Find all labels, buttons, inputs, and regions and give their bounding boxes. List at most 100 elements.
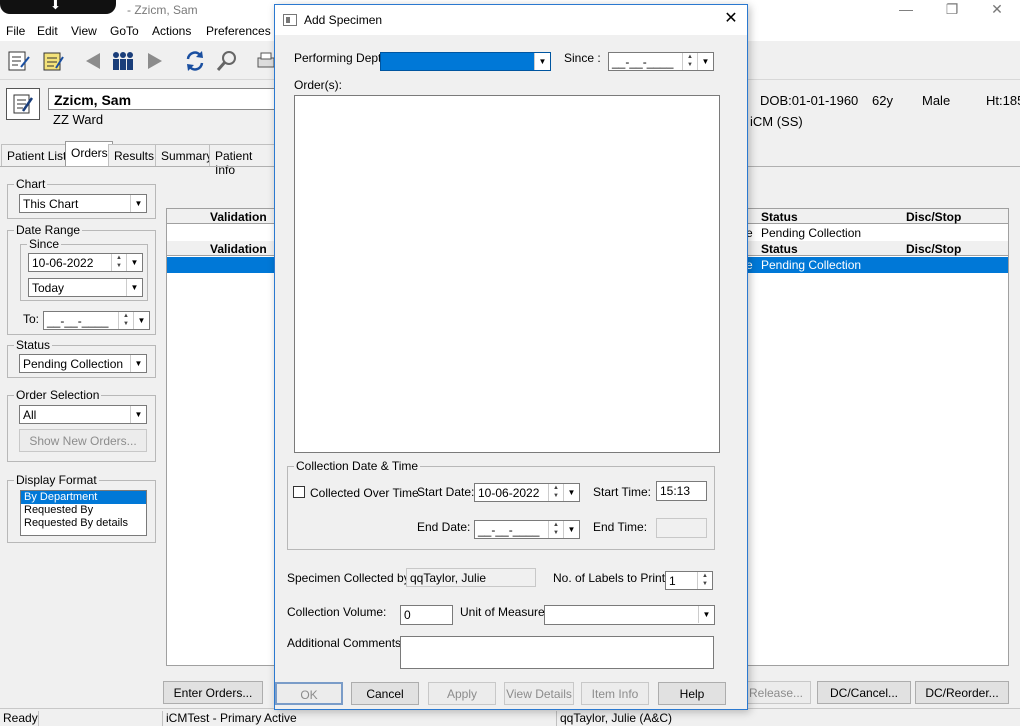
notepad-icon[interactable]: [6, 88, 40, 120]
orders-label: Order(s):: [294, 78, 342, 92]
chevron-down-icon[interactable]: ▼: [126, 279, 142, 296]
header-status[interactable]: Status: [761, 210, 798, 224]
download-icon: ⬇: [50, 0, 61, 12]
apply-button[interactable]: Apply: [428, 682, 496, 705]
dc-reorder-button[interactable]: DC/Reorder...: [915, 681, 1009, 704]
list-item[interactable]: Requested By details: [21, 517, 146, 530]
refresh-icon[interactable]: [180, 46, 210, 76]
chevron-down-icon[interactable]: ▼: [698, 606, 714, 623]
chevron-down-icon[interactable]: ▼: [130, 195, 146, 212]
tab-summary[interactable]: Summary: [155, 144, 218, 166]
unit-of-measure-select[interactable]: ▼: [544, 605, 715, 625]
collection-volume-field[interactable]: 0: [400, 605, 453, 625]
collected-over-time-label: Collected Over Time: [310, 486, 419, 500]
menu-view[interactable]: View: [71, 24, 97, 38]
end-time-label: End Time:: [593, 520, 648, 534]
spin-icon[interactable]: ▲ ▼: [548, 521, 563, 538]
since-date-field[interactable]: __-__-____ ▲ ▼ ▼: [608, 52, 714, 71]
menu-goto[interactable]: GoTo: [110, 24, 139, 38]
status-environment: iCMTest - Primary Active: [162, 711, 297, 726]
spin-icon[interactable]: ▲ ▼: [697, 572, 712, 589]
chevron-down-icon[interactable]: ▼: [697, 53, 713, 70]
menu-file[interactable]: File: [6, 24, 25, 38]
patient-ward: ZZ Ward: [53, 112, 104, 127]
spin-icon[interactable]: ▲ ▼: [682, 53, 697, 70]
order-selection-label: Order Selection: [16, 388, 100, 402]
list-item[interactable]: By Department: [21, 491, 146, 504]
spin-icon[interactable]: ▲ ▼: [111, 254, 126, 271]
performing-dept-select[interactable]: ▼: [380, 52, 551, 71]
to-date-field[interactable]: __-__-____ ▲ ▼ ▼: [43, 311, 150, 330]
list-item[interactable]: Requested By: [21, 504, 146, 517]
ok-button[interactable]: OK: [275, 682, 343, 705]
chevron-down-icon[interactable]: ▼: [534, 53, 550, 70]
chevron-down-icon[interactable]: ▼: [133, 312, 149, 329]
end-time-field[interactable]: [656, 518, 707, 538]
tab-patient-info[interactable]: Patient Info: [209, 144, 275, 177]
since-date-value: 10-06-2022: [32, 256, 94, 270]
status-bar: Ready iCMTest - Primary Active qqTaylor,…: [0, 708, 1020, 726]
menu-actions[interactable]: Actions: [152, 24, 191, 38]
order-selection-select[interactable]: All ▼: [19, 405, 147, 424]
end-date-field[interactable]: __-__-____ ▲ ▼ ▼: [474, 520, 580, 539]
release-button[interactable]: Release...: [741, 681, 811, 704]
orders-list[interactable]: [294, 95, 720, 453]
since-period-select[interactable]: Today ▼: [28, 278, 143, 297]
search-icon[interactable]: [212, 46, 242, 76]
help-button[interactable]: Help: [658, 682, 726, 705]
patient-list-icon[interactable]: [4, 46, 34, 76]
start-time-label: Start Time:: [593, 485, 652, 499]
start-date-field[interactable]: 10-06-2022 ▲ ▼ ▼: [474, 483, 580, 502]
chevron-down-icon[interactable]: ▼: [130, 406, 146, 423]
cancel-button[interactable]: Cancel: [351, 682, 419, 705]
tab-orders[interactable]: Orders: [65, 141, 113, 166]
dc-cancel-button[interactable]: DC/Cancel...: [817, 681, 911, 704]
window-icon: [283, 14, 297, 26]
start-time-field[interactable]: 15:13: [656, 481, 707, 501]
status-select[interactable]: Pending Collection ▼: [19, 354, 147, 373]
chevron-down-icon[interactable]: ▼: [563, 484, 579, 501]
chart-label: Chart: [16, 177, 46, 191]
patient-age: 62y: [872, 93, 893, 108]
maximize-button[interactable]: ❐: [929, 0, 975, 22]
item-info-button[interactable]: Item Info: [581, 682, 649, 705]
start-date-value: 10-06-2022: [478, 486, 540, 500]
show-new-orders-button[interactable]: Show New Orders...: [19, 429, 147, 452]
collected-over-time-checkbox[interactable]: [293, 486, 305, 498]
orders-icon[interactable]: [38, 46, 68, 76]
end-date-label: End Date:: [417, 520, 471, 534]
header-disc-stop[interactable]: Disc/Stop: [906, 242, 961, 256]
close-window-button[interactable]: ✕: [974, 0, 1020, 22]
header-status[interactable]: Status: [761, 242, 798, 256]
header-validation[interactable]: Validation: [210, 210, 267, 224]
display-format-list[interactable]: By Department Requested By Requested By …: [20, 490, 147, 536]
minimize-button[interactable]: —: [883, 0, 929, 22]
patient-name: Zzicm, Sam: [54, 92, 132, 108]
chevron-down-icon[interactable]: ▼: [130, 355, 146, 372]
close-icon[interactable]: ✕: [719, 9, 743, 31]
menu-preferences[interactable]: Preferences: [206, 24, 271, 38]
header-validation[interactable]: Validation: [210, 242, 267, 256]
view-details-button[interactable]: View Details: [504, 682, 574, 705]
patients-icon[interactable]: [108, 46, 138, 76]
spin-icon[interactable]: ▲ ▼: [548, 484, 563, 501]
status-user: qqTaylor, Julie (A&C): [556, 711, 672, 726]
chart-select[interactable]: This Chart ▼: [19, 194, 147, 213]
menu-edit[interactable]: Edit: [37, 24, 58, 38]
enter-orders-button[interactable]: Enter Orders...: [163, 681, 263, 704]
back-arrow-icon[interactable]: [78, 46, 108, 76]
labels-to-print-value: 1: [669, 574, 676, 588]
forward-arrow-icon[interactable]: [140, 46, 170, 76]
window-title: - Zzicm, Sam: [127, 3, 198, 17]
unit-of-measure-label: Unit of Measure:: [460, 605, 549, 619]
dialog-title-bar: Add Specimen ✕: [275, 5, 747, 35]
header-disc-stop[interactable]: Disc/Stop: [906, 210, 961, 224]
since-date-field[interactable]: 10-06-2022 ▲ ▼ ▼: [28, 253, 143, 272]
chevron-down-icon[interactable]: ▼: [126, 254, 142, 271]
tab-results[interactable]: Results: [108, 144, 160, 166]
chevron-down-icon[interactable]: ▼: [563, 521, 579, 538]
additional-comments-field[interactable]: [400, 636, 714, 669]
labels-to-print-stepper[interactable]: 1 ▲ ▼: [665, 571, 713, 590]
tab-patient-list[interactable]: Patient List: [1, 144, 72, 166]
spin-icon[interactable]: ▲ ▼: [118, 312, 133, 329]
